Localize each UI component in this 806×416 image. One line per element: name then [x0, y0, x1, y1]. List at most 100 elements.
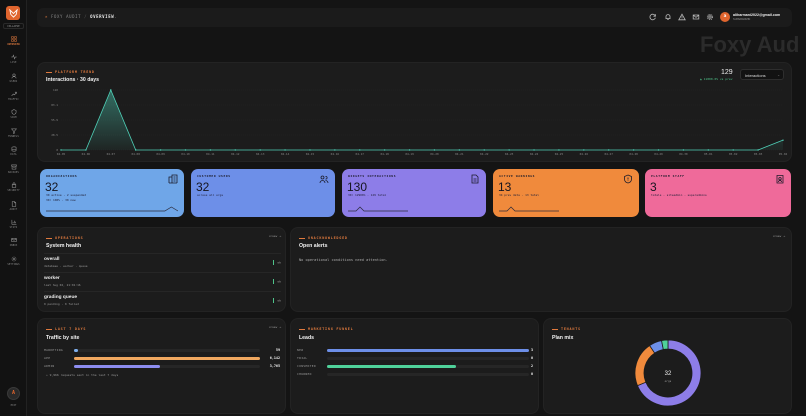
data-point[interactable] [334, 149, 336, 151]
data-point[interactable] [657, 149, 660, 151]
data-point[interactable] [60, 149, 62, 151]
sidebar-item-settings[interactable]: SETTINGS [2, 254, 25, 270]
data-point[interactable] [309, 149, 311, 151]
sidebar-item-backups[interactable]: BACKUPS [2, 162, 25, 178]
traffic-row-app[interactable]: APP 6,142 [44, 355, 280, 362]
data-point[interactable] [558, 149, 560, 151]
data-point[interactable] [134, 149, 137, 151]
collapse-button[interactable]: COLLAPSE [3, 23, 24, 29]
data-point[interactable] [483, 149, 485, 151]
data-point[interactable] [583, 149, 585, 151]
platform-trend-card: PLATFORM TREND Interactions · 30 days 12… [37, 62, 792, 162]
data-point[interactable] [707, 149, 710, 151]
data-point[interactable] [159, 149, 162, 151]
gear-icon[interactable] [706, 13, 714, 21]
sidebar-item-live[interactable]: LIVE [2, 52, 25, 68]
data-point[interactable] [259, 149, 261, 151]
x-tick-label: 04-29 [654, 152, 663, 156]
data-point[interactable] [782, 139, 784, 141]
operations-view-link[interactable]: view → [269, 234, 282, 238]
funnel-row-converted[interactable]: CONVERTED 2 [297, 363, 533, 370]
mail-icon[interactable] [692, 13, 700, 21]
alerts-title: Open alerts [299, 243, 328, 249]
sidebar-item-data[interactable]: DATA [2, 144, 25, 160]
data-point[interactable] [632, 149, 635, 151]
kpi-card-organizations[interactable]: ORGANIZATIONS 32 30 active · 2 suspended 30… [40, 169, 184, 217]
sidebar-avatar[interactable]: A [7, 387, 20, 400]
kpi-label: PLATFORM STAFF [651, 174, 685, 178]
kpi-card-platform-staff[interactable]: PLATFORM STAFF 3 totals · siteadmin · supe… [645, 169, 791, 217]
top-bar: ✕ FOXY AUDIT / OVERVIEW. a aliharmani2022@… [37, 8, 792, 27]
data-point[interactable] [533, 149, 535, 151]
kpi-label: ACTIVE WARNINGS [499, 174, 536, 178]
funnel-row-churned[interactable]: CHURNED 0 [297, 371, 533, 378]
breadcrumb-separator: / [84, 14, 88, 19]
sidebar-item-label: SETTINGS [7, 262, 20, 266]
traffic-bar-fill [74, 364, 160, 368]
funnel-row-new[interactable]: NEW 3 [297, 347, 533, 354]
kpi-sparkline [348, 206, 408, 212]
buildings-icon [168, 174, 178, 184]
pulse-icon [10, 54, 17, 60]
operations-card: OPERATIONS System health view → overall d… [37, 227, 286, 312]
x-tick-label: 04-10 [181, 152, 190, 156]
warning-icon[interactable] [678, 13, 686, 21]
sidebar-item-funnels[interactable]: FUNNELS [2, 126, 25, 142]
data-point[interactable] [85, 149, 87, 151]
sidebar-item-inbox[interactable]: INBOX [2, 235, 25, 251]
data-point[interactable] [234, 149, 236, 151]
x-tick-label: 04-17 [356, 152, 365, 156]
data-point[interactable] [284, 149, 286, 151]
x-tick-label: 04-20 [430, 152, 439, 156]
y-tick-label: 110 [53, 88, 58, 92]
fox-logo[interactable] [6, 6, 20, 20]
data-point[interactable] [408, 149, 411, 151]
traffic-view-link[interactable]: view → [269, 325, 282, 329]
health-status: ok [273, 279, 281, 284]
traffic-row-marketing[interactable]: MARKETING 59 [44, 347, 280, 354]
funnel-row-label: TRIAL [297, 356, 308, 360]
funnel-bar-track [327, 364, 529, 368]
sidebar-item-users[interactable]: USERS [2, 71, 25, 87]
data-point[interactable] [433, 149, 436, 151]
breadcrumb-current: OVERVIEW [90, 14, 115, 19]
funnel-row-trial[interactable]: TRIAL 0 [297, 355, 533, 362]
user-avatar[interactable]: a [720, 12, 730, 22]
user-email[interactable]: aliharmani2022@gmail.com [733, 13, 780, 17]
health-row-grading-queue[interactable]: grading queue 0 pending · 0 failed ok [44, 291, 281, 308]
sidebar-item-audit[interactable]: AUDIT [2, 199, 25, 215]
data-point[interactable] [508, 149, 510, 151]
data-point[interactable] [184, 149, 187, 151]
data-point[interactable] [732, 149, 734, 151]
breadcrumb-brand[interactable]: FOXY AUDIT [51, 14, 81, 19]
health-row-detail: 0 pending · 0 failed [44, 302, 79, 306]
sidebar: COLLAPSE OVERVIEW LIVE USERS TRAFFIC SPAM FUN… [0, 0, 27, 416]
data-point[interactable] [458, 149, 461, 151]
users-icon [319, 175, 329, 184]
sidebar-item-traffic[interactable]: TRAFFIC [2, 89, 25, 105]
sidebar-item-stats[interactable]: STATS [2, 217, 25, 233]
sidebar-item-spam[interactable]: SPAM [2, 107, 25, 123]
shield-alert-icon [624, 174, 632, 184]
data-point[interactable] [383, 149, 386, 151]
data-point[interactable] [209, 149, 212, 151]
kpi-card-active-warnings[interactable]: ACTIVE WARNINGS 13 34 prev data · 13 total [493, 169, 639, 217]
data-point[interactable] [359, 149, 361, 151]
kpi-label: CUSTOMER USERS [197, 174, 231, 178]
exit-button[interactable]: EXIT [4, 404, 23, 407]
kpi-card-customer-users[interactable]: CUSTOMER USERS 32 across all orgs [191, 169, 335, 217]
data-point[interactable] [110, 89, 112, 91]
traffic-row-admin[interactable]: ADMIN 3,765 [44, 363, 280, 370]
data-point[interactable] [757, 149, 759, 151]
sidebar-item-security[interactable]: SECURITY [2, 180, 25, 196]
traffic-row-value: 3,765 [269, 363, 280, 368]
health-row-worker[interactable]: worker last hug 02, 21:01:16 ok [44, 272, 281, 289]
bell-icon[interactable] [664, 13, 672, 21]
refresh-icon[interactable] [649, 13, 657, 21]
kpi-card-widgets-interactions[interactable]: WIDGETS INTERACTIONS 130 30↑ 12900% · 129 … [342, 169, 486, 217]
data-point[interactable] [608, 149, 610, 151]
data-point[interactable] [682, 149, 685, 151]
alerts-view-link[interactable]: view → [773, 234, 786, 238]
sidebar-item-overview[interactable]: OVERVIEW [2, 34, 25, 50]
health-row-overall[interactable]: overall database · worker · queue ok [44, 253, 281, 270]
